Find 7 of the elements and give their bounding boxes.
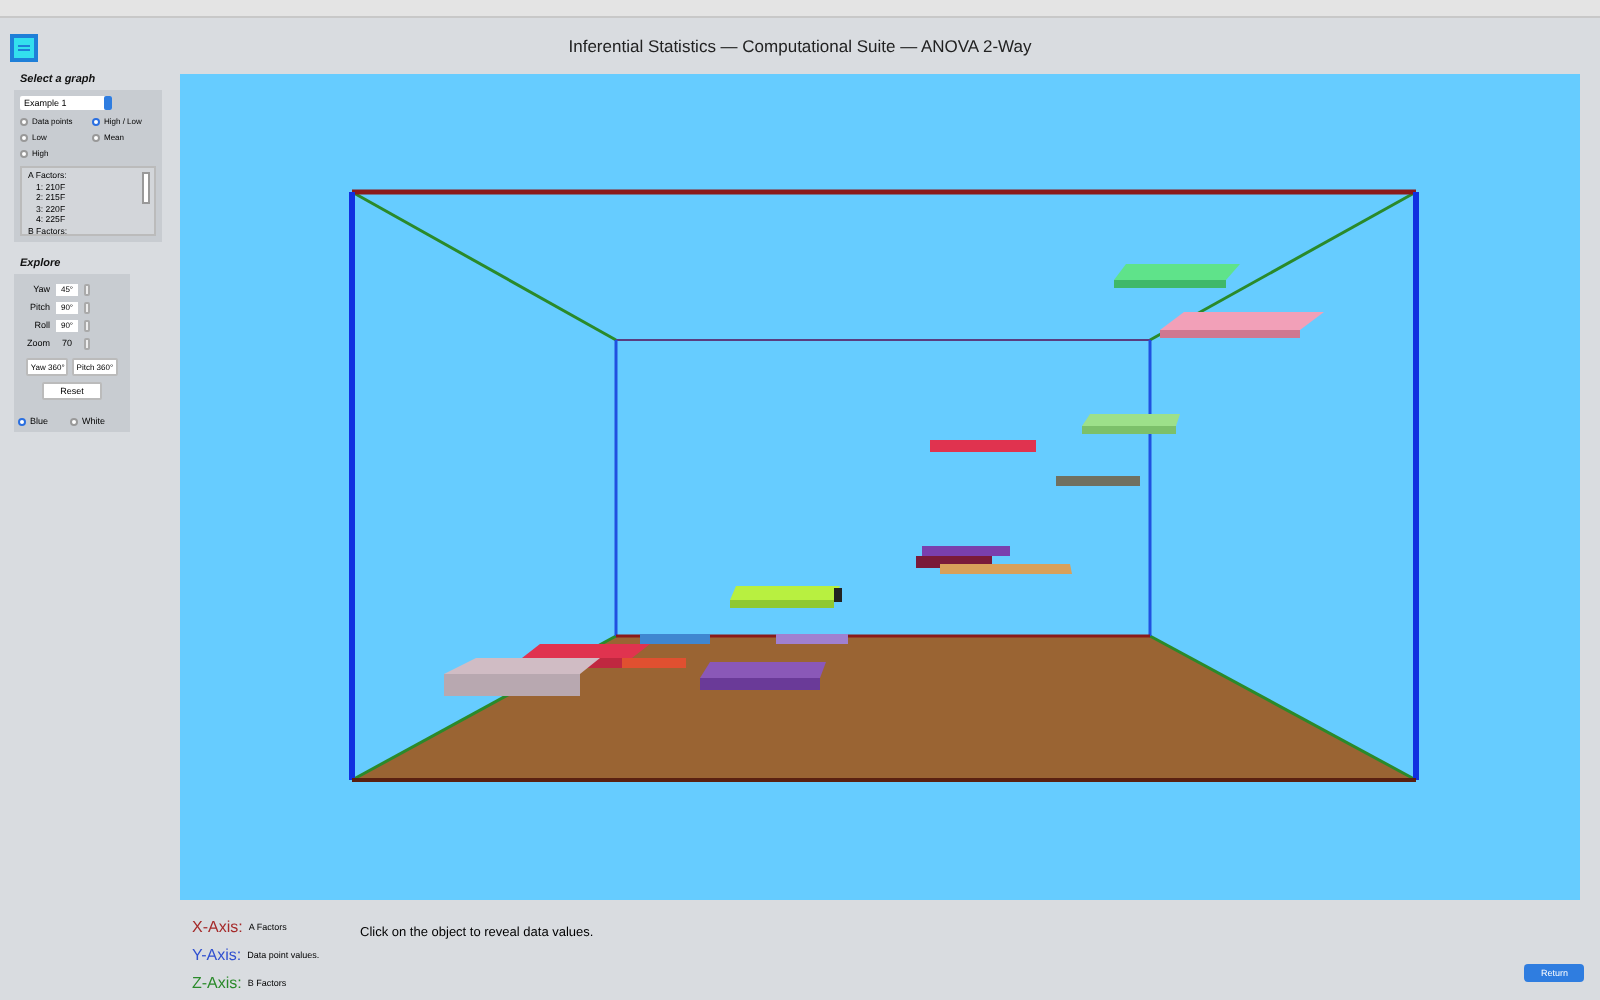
scrollbar[interactable] [142, 172, 150, 204]
3d-bars-drawing[interactable] [444, 264, 1324, 696]
axis-label: X-Axis: [192, 917, 243, 935]
window-title: Inferential Statistics — Computational Suite — ANOVA 2-Way [566, 36, 1034, 56]
axis-label: Y-Axis: [192, 945, 242, 963]
axis-label: Z-Axis: [192, 973, 242, 991]
app-icon[interactable] [10, 34, 38, 62]
